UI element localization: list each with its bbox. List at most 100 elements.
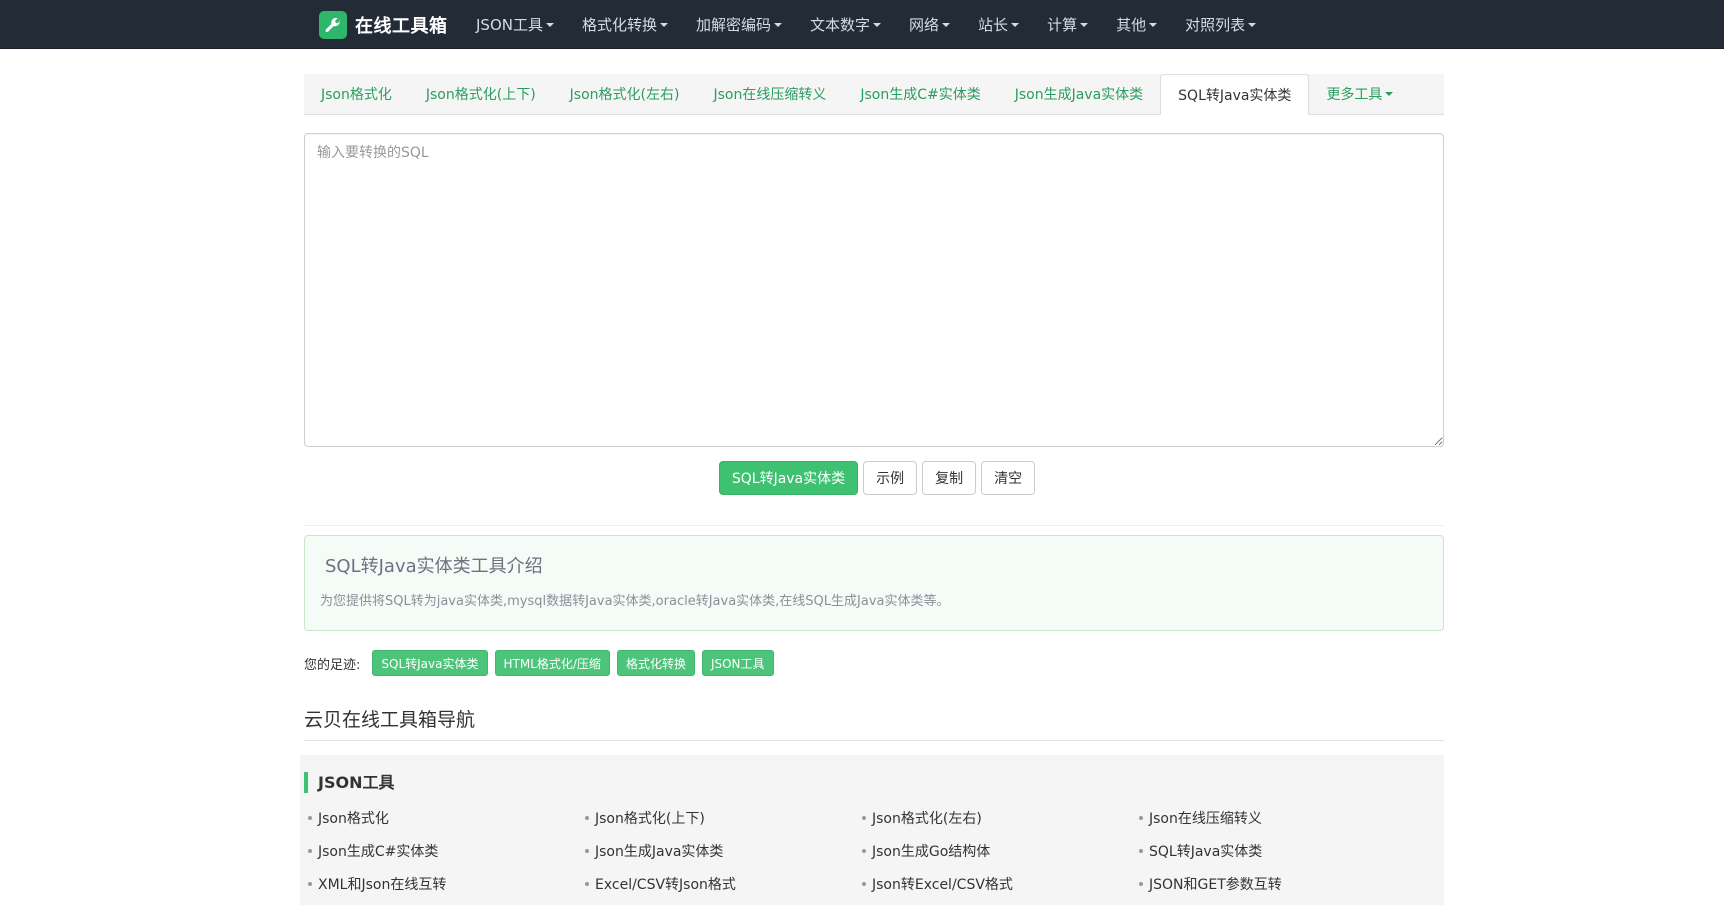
copy-button[interactable]: 复制 bbox=[922, 461, 977, 495]
tool-link-label: Excel/CSV转Json格式 bbox=[595, 877, 736, 893]
caret-down-icon bbox=[545, 22, 554, 27]
wrench-icon bbox=[319, 11, 347, 39]
bullet-icon bbox=[1139, 816, 1143, 820]
main-nav: JSON工具 格式化转换 加解密编码 文本数字 网络 站长 计算 其他 对照列表 bbox=[462, 0, 1270, 49]
bullet-icon bbox=[585, 816, 589, 820]
tab-json-format[interactable]: Json格式化 bbox=[304, 74, 409, 114]
intro-title: SQL转Java实体类工具介绍 bbox=[325, 556, 543, 577]
tool-link[interactable]: Json格式化 bbox=[308, 807, 585, 829]
tool-link-label: Json格式化(上下) bbox=[595, 811, 705, 827]
tool-link-label: Json生成Java实体类 bbox=[595, 844, 724, 860]
bullet-icon bbox=[308, 849, 312, 853]
caret-down-icon bbox=[774, 22, 783, 27]
tool-link-label: Json生成C#实体类 bbox=[318, 844, 439, 860]
caret-down-icon bbox=[1149, 22, 1158, 27]
brand-name: 在线工具箱 bbox=[355, 16, 448, 37]
nav-encrypt-decrypt[interactable]: 加解密编码 bbox=[682, 0, 796, 49]
footprint-tag[interactable]: 格式化转换 bbox=[616, 650, 695, 676]
convert-button[interactable]: SQL转Java实体类 bbox=[718, 461, 859, 495]
footprint-label: 您的足迹: bbox=[304, 657, 361, 673]
nav-other[interactable]: 其他 bbox=[1102, 0, 1171, 49]
tool-link[interactable]: JSON和GET参数互转 bbox=[1139, 873, 1416, 895]
action-buttons: SQL转Java实体类 示例 复制 清空 bbox=[304, 461, 1444, 495]
bullet-icon bbox=[585, 882, 589, 886]
tool-link[interactable]: Json生成C#实体类 bbox=[308, 840, 585, 862]
tool-link-label: Json格式化(左右) bbox=[872, 811, 982, 827]
tool-link[interactable]: Json格式化(上下) bbox=[585, 807, 862, 829]
tool-link-label: Json在线压缩转义 bbox=[1149, 811, 1262, 827]
tool-link-label: Json生成Go结构体 bbox=[872, 844, 991, 860]
tool-link-grid: Json格式化 Json格式化(上下) Json格式化(左右) Json在线压缩… bbox=[300, 807, 1444, 895]
tab-sql-to-java[interactable]: SQL转Java实体类 bbox=[1160, 74, 1310, 115]
footprint-tag[interactable]: HTML格式化/压缩 bbox=[494, 650, 610, 676]
example-button[interactable]: 示例 bbox=[863, 461, 918, 495]
tool-link[interactable]: Json格式化(左右) bbox=[862, 807, 1139, 829]
sql-input[interactable] bbox=[304, 133, 1444, 447]
tab-json-compress-escape[interactable]: Json在线压缩转义 bbox=[696, 74, 843, 114]
tab-more-tools[interactable]: 更多工具 bbox=[1309, 74, 1410, 114]
nav-label: 站长 bbox=[978, 16, 1009, 34]
nav-label: 加解密编码 bbox=[696, 16, 772, 34]
nav-label: 对照列表 bbox=[1185, 16, 1246, 34]
caret-down-icon bbox=[1385, 92, 1394, 96]
intro-description: 为您提供将SQL转为java实体类,mysql数据转Java实体类,oracle… bbox=[320, 594, 950, 609]
nav-label: JSON工具 bbox=[476, 16, 543, 34]
nav-label: 计算 bbox=[1047, 16, 1078, 34]
caret-down-icon bbox=[1248, 22, 1257, 27]
tab-json-to-java[interactable]: Json生成Java实体类 bbox=[998, 74, 1160, 114]
nav-label: 其他 bbox=[1116, 16, 1147, 34]
brand[interactable]: 在线工具箱 bbox=[319, 11, 448, 39]
tool-tabs: Json格式化 Json格式化(上下) Json格式化(左右) Json在线压缩… bbox=[304, 74, 1444, 115]
bullet-icon bbox=[862, 882, 866, 886]
caret-down-icon bbox=[942, 22, 951, 27]
bullet-icon bbox=[1139, 849, 1143, 853]
nav-json-tools[interactable]: JSON工具 bbox=[462, 0, 568, 49]
tab-json-to-csharp[interactable]: Json生成C#实体类 bbox=[843, 74, 997, 114]
tool-link-label: JSON和GET参数互转 bbox=[1149, 877, 1282, 893]
caret-down-icon bbox=[1080, 22, 1089, 27]
tool-intro-panel: SQL转Java实体类工具介绍 为您提供将SQL转为java实体类,mysql数… bbox=[304, 535, 1444, 631]
tool-link-label: SQL转Java实体类 bbox=[1149, 844, 1263, 860]
caret-down-icon bbox=[873, 22, 882, 27]
caret-down-icon bbox=[1011, 22, 1020, 27]
bullet-icon bbox=[862, 849, 866, 853]
tool-link[interactable]: Json生成Go结构体 bbox=[862, 840, 1139, 862]
nav-format-convert[interactable]: 格式化转换 bbox=[568, 0, 682, 49]
nav-label: 格式化转换 bbox=[581, 16, 657, 34]
divider bbox=[304, 525, 1444, 526]
nav-reference-lists[interactable]: 对照列表 bbox=[1171, 0, 1270, 49]
top-navbar: 在线工具箱 JSON工具 格式化转换 加解密编码 文本数字 网络 站长 计算 其… bbox=[0, 0, 1724, 49]
tool-link[interactable]: Excel/CSV转Json格式 bbox=[585, 873, 862, 895]
bullet-icon bbox=[308, 816, 312, 820]
bullet-icon bbox=[1139, 882, 1143, 886]
tool-link[interactable]: XML和Json在线互转 bbox=[308, 873, 585, 895]
nav-calculate[interactable]: 计算 bbox=[1033, 0, 1102, 49]
nav-text-number[interactable]: 文本数字 bbox=[796, 0, 895, 49]
section-title: JSON工具 bbox=[304, 772, 1444, 793]
tab-json-format-horizontal[interactable]: Json格式化(左右) bbox=[553, 74, 697, 114]
clear-button[interactable]: 清空 bbox=[981, 461, 1036, 495]
nav-label: 文本数字 bbox=[810, 16, 871, 34]
bullet-icon bbox=[862, 816, 866, 820]
tools-navigation-heading: 云贝在线工具箱导航 bbox=[304, 705, 1444, 741]
json-tools-section: JSON工具 Json格式化 Json格式化(上下) Json格式化(左右) J… bbox=[300, 755, 1444, 905]
tool-link[interactable]: Json转Excel/CSV格式 bbox=[862, 873, 1139, 895]
tool-link[interactable]: Json生成Java实体类 bbox=[585, 840, 862, 862]
caret-down-icon bbox=[660, 22, 668, 27]
tool-link[interactable]: Json在线压缩转义 bbox=[1139, 807, 1416, 829]
footprint-tag[interactable]: JSON工具 bbox=[701, 650, 774, 676]
bullet-icon bbox=[308, 882, 312, 886]
tool-link[interactable]: SQL转Java实体类 bbox=[1139, 840, 1416, 862]
tab-label: 更多工具 bbox=[1326, 87, 1383, 103]
main-container: Json格式化 Json格式化(上下) Json格式化(左右) Json在线压缩… bbox=[300, 74, 1444, 905]
tab-json-format-vertical[interactable]: Json格式化(上下) bbox=[409, 74, 553, 114]
tool-link-label: Json格式化 bbox=[318, 811, 389, 827]
nav-label: 网络 bbox=[909, 16, 940, 34]
tool-link-label: Json转Excel/CSV格式 bbox=[872, 877, 1013, 893]
tool-link-label: XML和Json在线互转 bbox=[318, 877, 447, 893]
bullet-icon bbox=[585, 849, 589, 853]
footprint-bar: 您的足迹: SQL转Java实体类 HTML格式化/压缩 格式化转换 JSON工… bbox=[304, 650, 1444, 676]
footprint-tag[interactable]: SQL转Java实体类 bbox=[372, 650, 488, 676]
nav-webmaster[interactable]: 站长 bbox=[964, 0, 1033, 49]
nav-network[interactable]: 网络 bbox=[895, 0, 964, 49]
